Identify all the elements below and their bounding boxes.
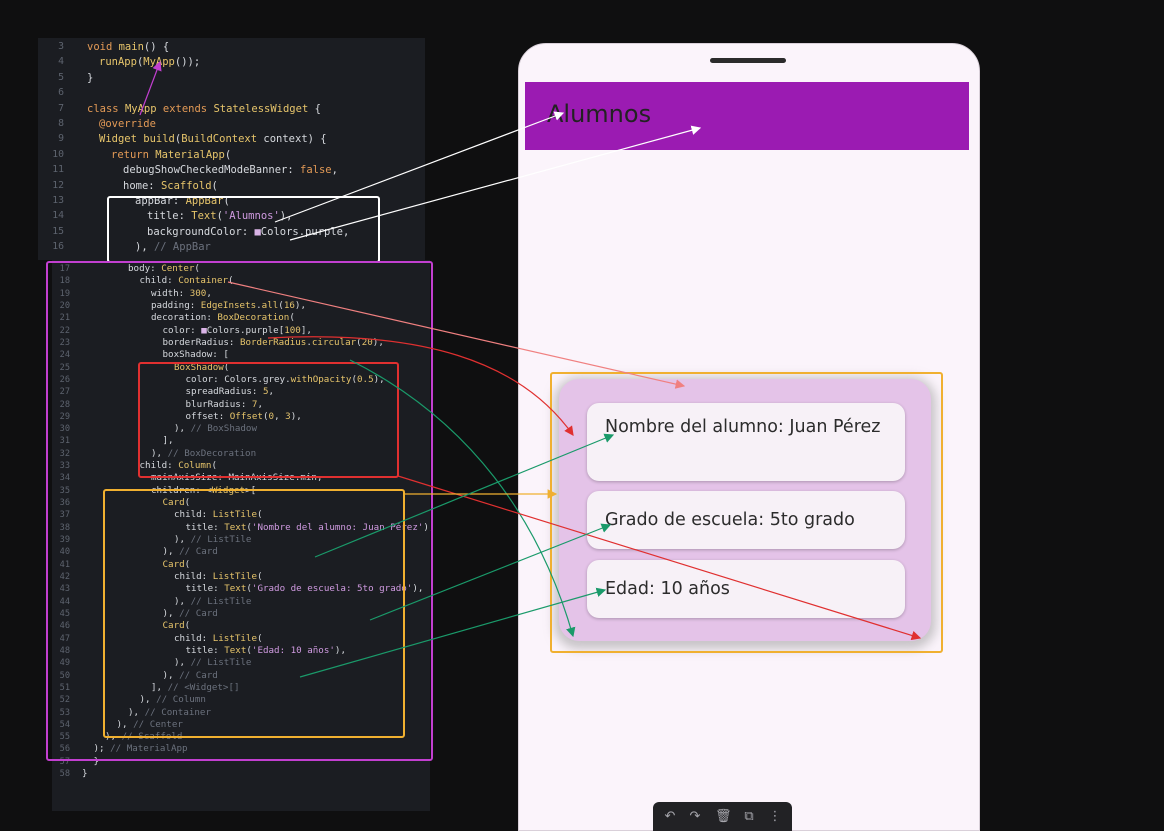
arrow-bgcolor-to-appbar bbox=[289, 125, 702, 241]
arrow-myapp bbox=[139, 60, 162, 116]
arrow-card2-to-preview bbox=[369, 523, 612, 621]
arrow-radius-to-preview bbox=[349, 359, 576, 638]
arrow-container-to-preview bbox=[227, 281, 686, 389]
annotation-arrows bbox=[139, 60, 922, 678]
arrow-shadow-to-preview bbox=[397, 475, 922, 641]
arrow-card1-to-preview bbox=[314, 433, 615, 558]
arrow-title-to-appbar bbox=[274, 111, 565, 223]
arrow-card3-to-preview bbox=[299, 587, 607, 678]
arrow-color-to-preview bbox=[267, 336, 574, 436]
